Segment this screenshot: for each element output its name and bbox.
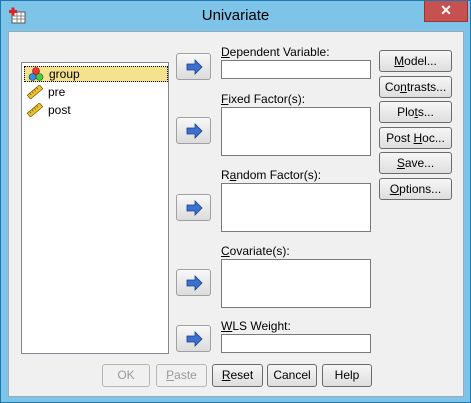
dependent-variable-label: Dependent Variable: bbox=[221, 45, 330, 59]
fixed-factors-label: Fixed Factor(s): bbox=[221, 92, 306, 106]
wls-weight-field[interactable] bbox=[221, 334, 371, 353]
right-arrow-icon bbox=[186, 331, 203, 347]
dialog-client-area: group pre post Dependent Variable: Fixed… bbox=[8, 31, 464, 397]
right-arrow-icon bbox=[186, 200, 203, 216]
move-to-fixed-factor-button[interactable] bbox=[176, 117, 211, 144]
contrasts-button[interactable]: Contrasts... bbox=[379, 76, 452, 98]
dependent-variable-field[interactable] bbox=[221, 60, 371, 79]
nominal-icon bbox=[28, 67, 44, 81]
ruler-icon bbox=[26, 102, 44, 118]
right-arrow-icon bbox=[186, 123, 203, 139]
right-arrow-icon bbox=[186, 275, 203, 291]
variable-item-group[interactable]: group bbox=[24, 66, 168, 82]
variable-label: post bbox=[48, 103, 71, 117]
covariates-label: Covariate(s): bbox=[221, 244, 290, 258]
reset-button[interactable]: Reset bbox=[212, 364, 263, 387]
ok-button[interactable]: OK bbox=[102, 364, 150, 387]
move-to-random-factor-button[interactable] bbox=[176, 194, 211, 221]
move-to-dependent-button[interactable] bbox=[176, 53, 211, 80]
random-factors-label: Random Factor(s): bbox=[221, 168, 322, 182]
right-arrow-icon bbox=[186, 59, 203, 75]
help-button[interactable]: Help bbox=[322, 364, 372, 387]
wls-weight-label: WLS Weight: bbox=[221, 319, 291, 333]
variable-item-pre[interactable]: pre bbox=[24, 84, 168, 100]
fixed-factors-list[interactable] bbox=[221, 107, 371, 156]
random-factors-list[interactable] bbox=[221, 183, 371, 232]
close-button[interactable]: ✕ bbox=[424, 1, 468, 22]
variable-label: group bbox=[49, 67, 80, 81]
post-hoc-button[interactable]: Post Hoc... bbox=[379, 127, 452, 149]
variable-label: pre bbox=[48, 85, 66, 99]
options-button[interactable]: Options... bbox=[379, 178, 452, 200]
move-to-wls-weight-button[interactable] bbox=[176, 325, 211, 352]
move-to-covariate-button[interactable] bbox=[176, 269, 211, 296]
univariate-dialog: Univariate ✕ group pre post Dependent Va… bbox=[0, 0, 471, 403]
save-button[interactable]: Save... bbox=[379, 152, 452, 174]
covariates-list[interactable] bbox=[221, 259, 371, 308]
close-icon: ✕ bbox=[440, 2, 452, 18]
plots-button[interactable]: Plots... bbox=[379, 101, 452, 123]
window-title: Univariate bbox=[201, 7, 270, 24]
model-button[interactable]: Model... bbox=[379, 50, 452, 72]
paste-button[interactable]: Paste bbox=[156, 364, 207, 387]
variable-list[interactable]: group pre post bbox=[21, 62, 169, 354]
variable-item-post[interactable]: post bbox=[24, 102, 168, 118]
title-bar[interactable]: Univariate ✕ bbox=[1, 1, 470, 31]
ruler-icon bbox=[26, 84, 44, 100]
cancel-button[interactable]: Cancel bbox=[267, 364, 317, 387]
